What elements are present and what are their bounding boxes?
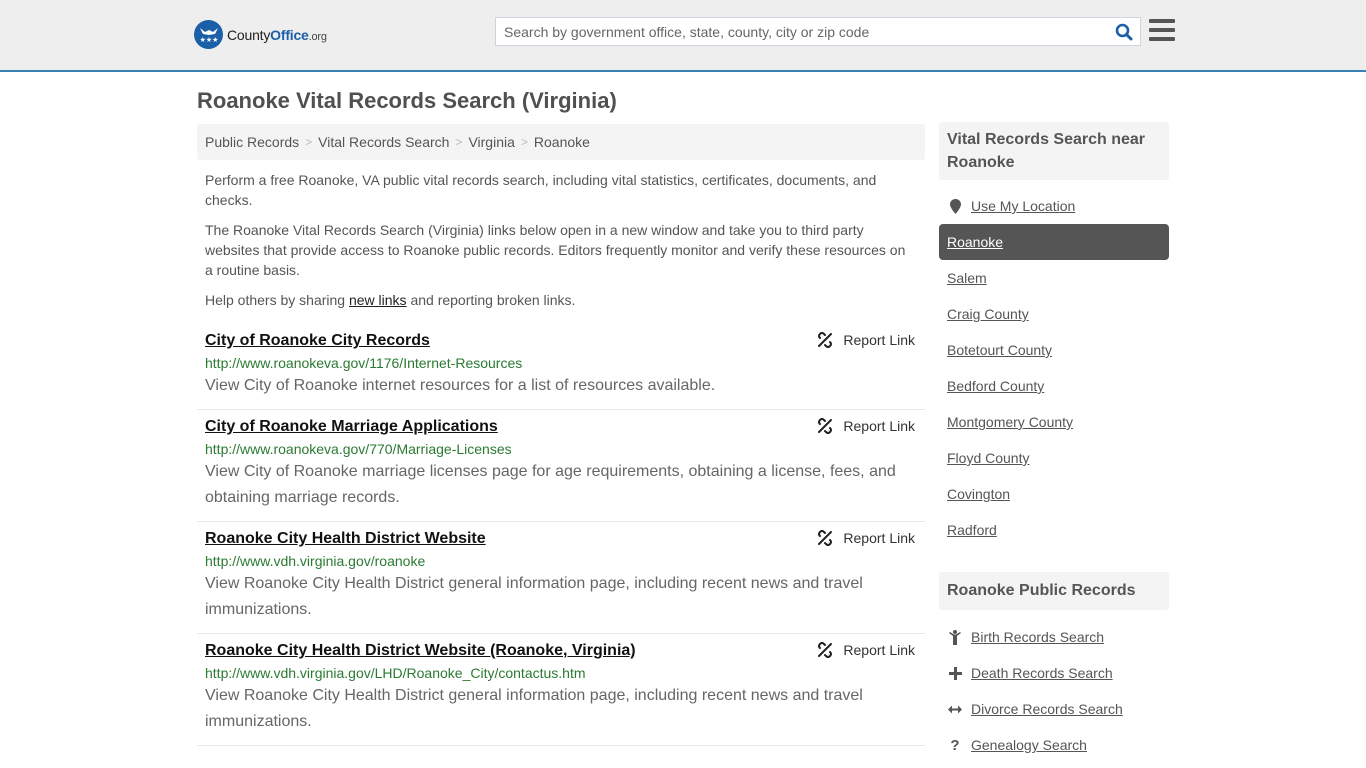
breadcrumb-vital-records-search[interactable]: Vital Records Search	[318, 134, 449, 150]
result-item: Roanoke City Health District Website (Ro…	[197, 634, 925, 746]
site-logo[interactable]: ★★★ CountyOffice.org	[194, 20, 327, 49]
sidebar-nearby: Vital Records Search near Roanoke Use My…	[939, 122, 1169, 548]
public-records-item-divorce[interactable]: Divorce Records Search	[939, 691, 1169, 727]
report-link-button[interactable]: Report Link	[817, 530, 915, 546]
nearby-item-botetourt-county[interactable]: Botetourt County	[939, 332, 1169, 368]
arrows-h-icon	[947, 705, 963, 714]
search-button[interactable]	[1108, 18, 1140, 45]
breadcrumb: Public Records > Vital Records Search > …	[197, 124, 925, 160]
nearby-item-floyd-county[interactable]: Floyd County	[939, 440, 1169, 476]
site-header: ★★★ CountyOffice.org	[0, 0, 1366, 72]
child-icon	[947, 629, 963, 645]
public-records-item-genealogy[interactable]: ? Genealogy Search	[939, 727, 1169, 763]
result-url: http://www.vdh.virginia.gov/LHD/Roanoke_…	[205, 665, 586, 681]
page-title: Roanoke Vital Records Search (Virginia)	[197, 88, 617, 113]
result-description: View City of Roanoke marriage licenses p…	[205, 463, 896, 506]
result-item: City of Roanoke City Records Report Link…	[197, 324, 925, 410]
search-icon	[1115, 23, 1133, 40]
intro-text: Perform a free Roanoke, VA public vital …	[205, 170, 917, 320]
breadcrumb-roanoke[interactable]: Roanoke	[534, 134, 590, 150]
intro-paragraph-1: Perform a free Roanoke, VA public vital …	[205, 172, 877, 208]
result-url: http://www.roanokeva.gov/1176/Internet-R…	[205, 355, 523, 371]
breadcrumb-separator: >	[305, 135, 313, 149]
report-link-button[interactable]: Report Link	[817, 418, 915, 434]
nearby-item-craig-county[interactable]: Craig County	[939, 296, 1169, 332]
hamburger-menu-icon[interactable]	[1149, 19, 1175, 43]
result-title-link[interactable]: City of Roanoke Marriage Applications	[205, 416, 498, 438]
new-links-link[interactable]: new links	[349, 292, 407, 308]
public-records-list: Birth Records Search Death Records Searc…	[939, 619, 1169, 763]
result-url: http://www.roanokeva.gov/770/Marriage-Li…	[205, 441, 512, 457]
sidebar-public-records: Roanoke Public Records Birth Records Sea…	[939, 572, 1169, 763]
broken-link-icon	[818, 530, 833, 546]
question-icon: ?	[950, 736, 960, 754]
search-input[interactable]	[496, 18, 1108, 45]
use-my-location-item: Use My Location	[939, 188, 1169, 224]
broken-link-icon	[818, 642, 833, 658]
plus-icon	[947, 666, 963, 680]
svg-text:★★★: ★★★	[199, 36, 218, 44]
broken-link-icon	[818, 418, 833, 434]
breadcrumb-virginia[interactable]: Virginia	[468, 134, 514, 150]
result-title-link[interactable]: City of Roanoke City Records	[205, 330, 430, 352]
nearby-item-salem[interactable]: Salem	[939, 260, 1169, 296]
result-title-link[interactable]: Roanoke City Health District Website (Ro…	[205, 640, 636, 662]
result-description: View Roanoke City Health District genera…	[205, 575, 863, 618]
sidebar-public-records-heading: Roanoke Public Records	[939, 572, 1169, 610]
intro-paragraph-2: The Roanoke Vital Records Search (Virgin…	[205, 222, 906, 278]
breadcrumb-separator: >	[520, 135, 528, 149]
site-search	[495, 17, 1141, 46]
nearby-item-covington[interactable]: Covington	[939, 476, 1169, 512]
use-my-location-link[interactable]: Use My Location	[971, 198, 1075, 214]
result-url: http://www.vdh.virginia.gov/roanoke	[205, 553, 426, 569]
public-records-item-birth[interactable]: Birth Records Search	[939, 619, 1169, 655]
nearby-list: Use My Location Roanoke Salem Craig Coun…	[939, 188, 1169, 548]
result-title-link[interactable]: Roanoke City Health District Website	[205, 528, 486, 550]
results-list: City of Roanoke City Records Report Link…	[197, 324, 925, 746]
result-item: City of Roanoke Marriage Applications Re…	[197, 410, 925, 522]
result-description: View City of Roanoke internet resources …	[205, 377, 716, 394]
breadcrumb-public-records[interactable]: Public Records	[205, 134, 299, 150]
sidebar-nearby-heading: Vital Records Search near Roanoke	[939, 122, 1169, 180]
nearby-item-roanoke[interactable]: Roanoke	[939, 224, 1169, 260]
breadcrumb-separator: >	[455, 135, 463, 149]
map-marker-icon	[947, 198, 963, 214]
nearby-item-bedford-county[interactable]: Bedford County	[939, 368, 1169, 404]
result-description: View Roanoke City Health District genera…	[205, 687, 863, 730]
report-link-button[interactable]: Report Link	[817, 642, 915, 658]
logo-wordmark: CountyOffice.org	[227, 26, 327, 43]
public-records-item-death[interactable]: Death Records Search	[939, 655, 1169, 691]
nearby-item-montgomery-county[interactable]: Montgomery County	[939, 404, 1169, 440]
intro-paragraph-3: Help others by sharing new links and rep…	[205, 292, 576, 308]
eagle-logo-icon: ★★★	[194, 20, 223, 49]
report-link-button[interactable]: Report Link	[817, 332, 915, 348]
nearby-item-radford[interactable]: Radford	[939, 512, 1169, 548]
broken-link-icon	[818, 332, 833, 348]
result-item: Roanoke City Health District Website Rep…	[197, 522, 925, 634]
